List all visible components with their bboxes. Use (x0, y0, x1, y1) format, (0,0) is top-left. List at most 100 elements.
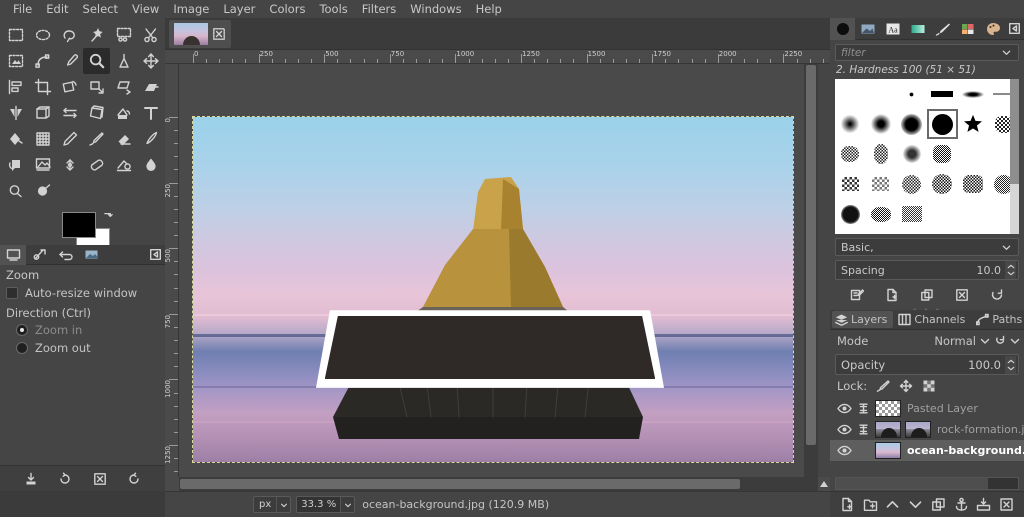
select-by-color-tool[interactable] (110, 22, 137, 48)
zoom-out-row[interactable]: Zoom out (0, 339, 165, 357)
chevron-down-icon[interactable] (999, 45, 1013, 60)
warp-transform-tool[interactable] (56, 100, 83, 126)
color-picker-tool[interactable] (56, 48, 83, 74)
menu-edit[interactable]: Edit (39, 1, 75, 17)
rotate-tool[interactable] (56, 74, 83, 100)
ink-tool[interactable] (137, 126, 164, 152)
chevron-down-icon[interactable] (980, 336, 990, 346)
brush-cell[interactable] (958, 109, 989, 139)
menu-colors[interactable]: Colors (262, 1, 312, 17)
layers-horizontal-scrollbar[interactable] (835, 477, 1019, 490)
perspective-clone-tool[interactable] (83, 152, 110, 178)
mode-dropdown[interactable]: Normal (934, 334, 1020, 348)
spacing-stepper[interactable] (1005, 261, 1016, 279)
anchor-layer-icon[interactable] (954, 497, 969, 512)
brush-grid-scroll-thumb[interactable] (1010, 79, 1019, 184)
lock-alpha-icon[interactable] (922, 379, 936, 393)
brush-cell[interactable] (927, 169, 958, 199)
pencil-tool[interactable] (56, 126, 83, 152)
layer-thumbnail[interactable] (875, 421, 901, 438)
tool-options-tab[interactable] (0, 244, 26, 265)
colors-tab[interactable] (980, 18, 1005, 40)
tab-paths[interactable]: Paths (973, 311, 1024, 328)
brush-cell[interactable] (835, 109, 866, 139)
measure-tool[interactable] (110, 48, 137, 74)
tool-options-menu-icon[interactable] (150, 249, 161, 260)
paint-dynamics-tab[interactable] (930, 18, 955, 40)
menu-file[interactable]: File (6, 1, 39, 17)
brushes-tab[interactable] (830, 17, 855, 40)
layers-scroll-thumb[interactable] (836, 478, 988, 489)
ellipse-select-tool[interactable] (29, 22, 56, 48)
new-brush-icon[interactable] (885, 288, 899, 302)
foreground-color-swatch[interactable] (62, 212, 96, 238)
fonts-tab[interactable]: Aa (880, 18, 905, 40)
vertical-ruler[interactable]: 0 250 500 750 1000 1250 (165, 64, 179, 501)
menu-windows[interactable]: Windows (403, 1, 468, 17)
layer-thumbnail[interactable] (875, 400, 901, 417)
undo-history-tab[interactable] (52, 245, 78, 265)
brush-cell[interactable] (835, 229, 866, 234)
brush-cell[interactable] (927, 139, 958, 169)
chevron-down-icon[interactable] (1010, 336, 1020, 346)
image-tab[interactable] (169, 19, 231, 48)
mypaint-brush-tool[interactable] (2, 152, 29, 178)
brush-cell[interactable] (866, 79, 897, 109)
brush-cell[interactable] (866, 169, 897, 199)
lock-pixels-icon[interactable] (876, 379, 890, 393)
palettes-tab[interactable] (955, 18, 980, 40)
edit-brush-icon[interactable] (850, 288, 865, 302)
foreground-select-tool[interactable] (2, 48, 29, 74)
brush-cell[interactable] (896, 139, 927, 169)
brush-cell[interactable] (896, 199, 927, 229)
link-icon[interactable] (858, 423, 869, 436)
brush-cell[interactable] (896, 229, 927, 234)
menu-filters[interactable]: Filters (355, 1, 403, 17)
canvas-horizontal-scrollbar[interactable] (179, 477, 804, 491)
menu-view[interactable]: View (125, 1, 166, 17)
blur-sharpen-tool[interactable] (110, 152, 137, 178)
mode-switch-icon[interactable] (994, 335, 1006, 347)
menu-tools[interactable]: Tools (312, 1, 354, 17)
new-layer-icon[interactable] (840, 497, 855, 512)
flip-tool[interactable] (2, 100, 29, 126)
zoom-dropdown[interactable]: 33.3 % (296, 496, 356, 513)
eye-icon[interactable] (837, 402, 852, 415)
auto-resize-checkbox[interactable] (6, 287, 18, 299)
opacity-stepper[interactable] (1005, 355, 1016, 374)
brush-cell[interactable] (927, 199, 958, 229)
extra-paint-tool[interactable] (29, 178, 56, 204)
horizontal-scroll-thumb[interactable] (180, 479, 740, 489)
brush-cell[interactable] (927, 79, 958, 109)
opacity-spinner[interactable]: Opacity 100.0 (835, 354, 1019, 375)
canvas-vertical-scrollbar[interactable] (804, 64, 818, 501)
refresh-brushes-icon[interactable] (990, 288, 1004, 302)
brush-cell[interactable] (896, 79, 927, 109)
zoom-tool[interactable] (83, 48, 110, 74)
menu-select[interactable]: Select (76, 1, 125, 17)
tab-layers[interactable]: Layers (832, 311, 894, 328)
brush-cell[interactable] (835, 199, 866, 229)
close-icon[interactable] (212, 27, 226, 41)
layer-row-rock[interactable]: rock-formation.jp (830, 419, 1024, 440)
brush-cell[interactable] (866, 139, 897, 169)
canvas-viewport[interactable] (179, 64, 818, 501)
merge-down-icon[interactable] (976, 497, 991, 512)
menu-help[interactable]: Help (469, 1, 509, 17)
menu-image[interactable]: Image (166, 1, 216, 17)
duplicate-layer-icon[interactable] (931, 497, 946, 512)
smudge-tool[interactable] (137, 152, 164, 178)
perspective-tool[interactable] (137, 74, 164, 100)
delete-brush-icon[interactable] (955, 288, 969, 302)
unit-dropdown[interactable]: px (253, 496, 292, 513)
brush-grid[interactable] (835, 79, 1019, 234)
brush-cell[interactable] (927, 229, 958, 234)
spacing-spinner[interactable]: Spacing 10.0 (835, 260, 1019, 280)
zoom-in-radio[interactable] (16, 324, 28, 336)
paths-tool[interactable] (29, 48, 56, 74)
unified-transform-tool[interactable] (83, 100, 110, 126)
chevron-down-icon[interactable] (999, 239, 1013, 255)
new-layer-group-icon[interactable] (863, 497, 878, 512)
crop-tool[interactable] (29, 74, 56, 100)
brush-cell[interactable] (866, 109, 897, 139)
